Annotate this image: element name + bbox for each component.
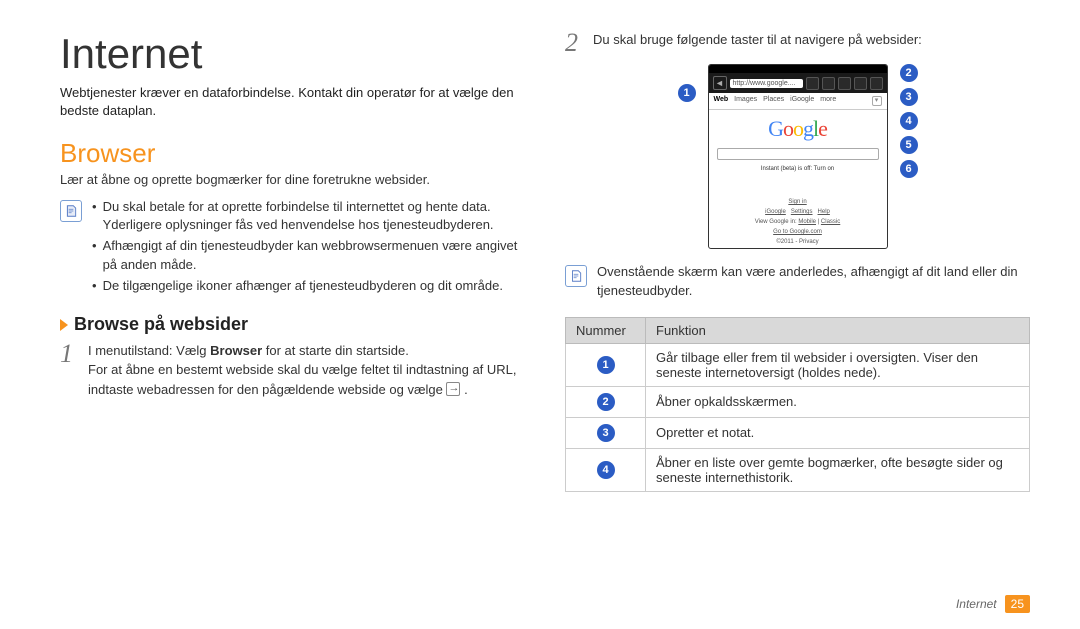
toolbar-btn-bookmarks-icon[interactable]	[838, 77, 851, 90]
callout-badge-4: 4	[900, 112, 918, 130]
go-arrow-icon	[446, 382, 460, 396]
tab-places[interactable]: Places	[763, 96, 784, 106]
callout-badge-6: 6	[900, 160, 918, 178]
screenshot-note: Ovenstående skærm kan være anderledes, a…	[597, 263, 1030, 301]
footer-section: Internet	[956, 597, 997, 611]
th-nummer: Nummer	[566, 317, 646, 343]
link-signin[interactable]: Sign in	[788, 199, 806, 205]
tab-web[interactable]: Web	[714, 96, 729, 106]
step-number-1: 1	[60, 341, 78, 400]
row-badge-4: 4	[597, 461, 615, 479]
browser-screenshot: ◄ http://www.google.... Web Images Place…	[708, 64, 888, 249]
link-settings[interactable]: Settings	[791, 209, 813, 215]
page-title: Internet	[60, 30, 525, 78]
callout-badge-5: 5	[900, 136, 918, 154]
link-classic[interactable]: Classic	[821, 219, 840, 225]
link-help[interactable]: Help	[818, 209, 830, 215]
search-input[interactable]	[717, 148, 879, 160]
toolbar-btn-more-icon[interactable]	[854, 77, 867, 90]
step-number-2: 2	[565, 30, 583, 56]
table-row: 2 Åbner opkaldsskærmen.	[566, 386, 1030, 417]
row-badge-3: 3	[597, 424, 615, 442]
toolbar-btn-call-icon[interactable]	[806, 77, 819, 90]
link-goto-google[interactable]: Go to Google.com	[773, 229, 822, 235]
google-logo: Google	[709, 110, 887, 146]
step1-post: for at starte din startside.	[262, 343, 409, 358]
back-button[interactable]: ◄	[713, 76, 727, 90]
step1-bold: Browser	[210, 343, 262, 358]
link-copyright: ©2011 - Privacy	[709, 238, 887, 247]
link-view-pre: View Google in:	[755, 219, 799, 225]
row-badge-1: 1	[597, 356, 615, 374]
row-func-1: Går tilbage eller frem til websider i ov…	[646, 343, 1030, 386]
step2-text: Du skal bruge følgende taster til at nav…	[593, 30, 1030, 56]
toolbar-btn-note-icon[interactable]	[822, 77, 835, 90]
link-igoogle[interactable]: iGoogle	[765, 209, 786, 215]
address-bar[interactable]: http://www.google....	[730, 79, 803, 88]
note-1: Du skal betale for at oprette forbindels…	[103, 198, 525, 236]
status-bar	[709, 65, 887, 73]
section-heading-browser: Browser	[60, 138, 525, 169]
th-funktion: Funktion	[646, 317, 1030, 343]
tab-more[interactable]: more	[820, 96, 836, 106]
note-2: Afhængigt af din tjenesteudbyder kan web…	[103, 237, 525, 275]
row-func-4: Åbner en liste over gemte bogmærker, oft…	[646, 448, 1030, 491]
row-func-3: Opretter et notat.	[646, 417, 1030, 448]
function-table: Nummer Funktion 1 Går tilbage eller frem…	[565, 317, 1030, 492]
tab-igoogle[interactable]: iGoogle	[790, 96, 814, 106]
note-3: De tilgængelige ikoner afhænger af tjene…	[103, 277, 503, 296]
instant-text: Instant (beta) is off: Turn on	[709, 166, 887, 172]
row-badge-2: 2	[597, 393, 615, 411]
table-row: 3 Opretter et notat.	[566, 417, 1030, 448]
tab-images[interactable]: Images	[734, 96, 757, 106]
table-row: 4 Åbner en liste over gemte bogmærker, o…	[566, 448, 1030, 491]
note-icon	[60, 200, 82, 222]
intro-text: Webtjenester kræver en dataforbindelse. …	[60, 84, 525, 120]
link-mobile[interactable]: Mobile	[798, 219, 816, 225]
callout-badge-2: 2	[900, 64, 918, 82]
table-row: 1 Går tilbage eller frem til websider i …	[566, 343, 1030, 386]
toolbar-btn-reload-icon[interactable]	[870, 77, 883, 90]
note-icon	[565, 265, 587, 287]
callout-badge-1-left: 1	[678, 84, 696, 102]
browser-subintro: Lær at åbne og oprette bogmærker for din…	[60, 171, 525, 189]
chevron-icon	[60, 319, 68, 331]
row-func-2: Åbner opkaldsskærmen.	[646, 386, 1030, 417]
callout-badge-3: 3	[900, 88, 918, 106]
subheading-browse: Browse på websider	[60, 314, 525, 335]
step1-pre: I menutilstand: Vælg	[88, 343, 210, 358]
footer-page-number: 25	[1005, 595, 1030, 613]
tab-add-icon[interactable]: ▾	[872, 96, 882, 106]
